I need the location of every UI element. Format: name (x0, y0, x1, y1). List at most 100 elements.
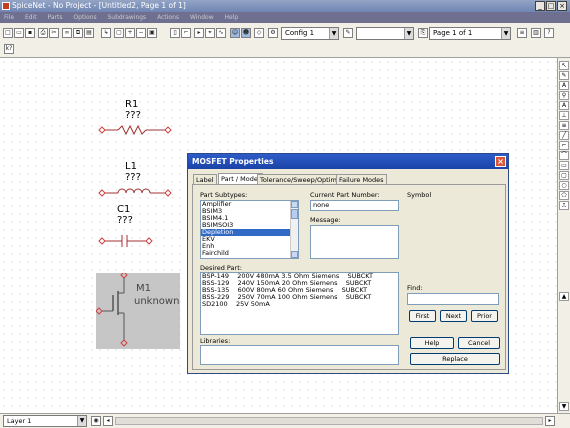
find-input[interactable] (407, 293, 499, 305)
pointer-icon[interactable]: ↖ (559, 61, 569, 70)
table-row[interactable]: SD2100 25V 50mA (201, 301, 398, 308)
replace-button[interactable]: Replace (410, 353, 500, 365)
edit-config-icon[interactable]: ✎ (343, 28, 353, 38)
menu-bar: File Edit Parts Options Subdrawings Acti… (0, 12, 570, 23)
plot-icon[interactable]: ∿ (216, 28, 226, 38)
app-icon (2, 2, 10, 10)
context-help-icon[interactable]: k? (4, 44, 14, 54)
list-item-selected[interactable]: Depletion (201, 229, 298, 236)
blank-select[interactable]: ▼ (356, 27, 414, 40)
libraries-box[interactable] (200, 345, 399, 365)
menu-actions[interactable]: Actions (157, 14, 179, 21)
chevron-down-icon: ▼ (329, 28, 338, 39)
capacitor-c1[interactable] (96, 234, 158, 248)
subtypes-scrollbar[interactable] (290, 201, 298, 258)
label-icon[interactable]: A (559, 101, 569, 110)
zoom-out-icon[interactable]: − (136, 28, 146, 38)
scroll-down-icon[interactable]: ▼ (559, 402, 569, 411)
save-icon[interactable]: ▪ (25, 28, 35, 38)
page-icon[interactable]: ⎘ (418, 28, 428, 38)
bus-icon[interactable]: ≡ (559, 121, 569, 130)
arc-icon[interactable]: ⌒ (559, 151, 569, 160)
pencil-icon[interactable]: ✎ (559, 71, 569, 80)
current-part-field[interactable]: none (310, 200, 399, 211)
tag-icon[interactable]: ◇ (254, 28, 264, 38)
menu-help[interactable]: Help (225, 14, 239, 21)
people-icon[interactable]: ☺ (230, 28, 240, 38)
zoom-box-icon[interactable]: ▢ (114, 28, 124, 38)
cancel-button[interactable]: Cancel (458, 337, 500, 349)
part-subtypes-list[interactable]: Amplifier BSIM3 BSIM4.1 BSIMSOI3 Depleti… (200, 200, 299, 259)
chevron-down-icon: ▼ (77, 416, 86, 426)
menu-file[interactable]: File (4, 14, 14, 21)
prior-button[interactable]: Prior (471, 310, 498, 322)
zoom-fit-icon[interactable]: ▣ (147, 28, 157, 38)
current-part-label: Current Part Number: (310, 191, 380, 199)
libraries-label: Libraries: (200, 337, 231, 345)
rounded-rect-icon[interactable]: ▢ (559, 171, 569, 180)
horizontal-scrollbar[interactable] (115, 417, 543, 425)
parts-icon[interactable]: ⎍ (559, 201, 569, 210)
mosfet-m1-selection[interactable]: M1 unknown (96, 273, 180, 349)
scroll-up-icon[interactable]: ▲ (559, 292, 569, 301)
menu-window[interactable]: Window (190, 14, 214, 21)
cut-icon[interactable]: ✂ (49, 28, 59, 38)
zoom-icon[interactable]: ⚲ (559, 91, 569, 100)
next-button[interactable]: Next (440, 310, 467, 322)
paste-icon[interactable]: ▤ (84, 28, 94, 38)
dialog-close-icon[interactable]: × (495, 156, 506, 167)
snap-icon[interactable]: ↳ (101, 28, 111, 38)
polyline-icon[interactable]: ⌐ (559, 141, 569, 150)
layer-select-value: Layer 1 (7, 417, 32, 425)
group-icon[interactable]: ☻ (241, 28, 251, 38)
scroll-up-icon[interactable] (291, 201, 298, 208)
zoom-in-icon[interactable]: + (125, 28, 135, 38)
menu-edit[interactable]: Edit (25, 14, 37, 21)
m1-value: unknown (134, 296, 180, 307)
copy-icon[interactable]: ⧉ (73, 28, 83, 38)
page-layout-icon[interactable]: ≡ (517, 28, 527, 38)
resistor-r1[interactable] (96, 124, 176, 136)
polygon-icon[interactable]: ⬠ (559, 191, 569, 200)
layer-select[interactable]: Layer 1 ▼ (3, 415, 87, 427)
c1-name: C1 (117, 204, 131, 215)
layer-visible-icon[interactable]: ◉ (91, 416, 101, 426)
first-button[interactable]: First (409, 310, 436, 322)
scroll-left-icon[interactable]: ◂ (103, 416, 113, 426)
close-button[interactable]: × (557, 1, 567, 11)
help-button[interactable]: Help (410, 337, 454, 349)
scroll-thumb[interactable] (291, 209, 298, 219)
status-bar: Layer 1 ▼ ◉ ◂ ▸ (0, 413, 570, 428)
split-icon[interactable]: ▥ (531, 28, 541, 38)
menu-options[interactable]: Options (73, 14, 96, 21)
maximize-button[interactable]: □ (546, 1, 556, 11)
rectangle-icon[interactable]: ▭ (559, 161, 569, 170)
wire-icon[interactable]: ⌐ (181, 28, 191, 38)
text-icon[interactable]: A (559, 81, 569, 90)
minimize-button[interactable]: _ (535, 1, 545, 11)
print-icon[interactable]: ⎙ (38, 28, 48, 38)
list-item[interactable]: EKV (201, 236, 298, 243)
config-select[interactable]: Config 1 ▼ (281, 27, 339, 40)
open-icon[interactable]: ▭ (14, 28, 24, 38)
inductor-l1[interactable] (96, 187, 176, 199)
help-icon[interactable]: ? (544, 28, 554, 38)
menu-parts[interactable]: Parts (48, 14, 63, 21)
probe-icon[interactable]: ⌖ (205, 28, 215, 38)
node-icon[interactable]: ⊥ (559, 111, 569, 120)
scroll-right-icon[interactable]: ▸ (545, 416, 555, 426)
menu-subdrawings[interactable]: Subdrawings (108, 14, 147, 21)
new-icon[interactable]: □ (3, 28, 13, 38)
window-title: SpiceNet - No Project - [Untitled2, Page… (12, 1, 186, 10)
desired-part-list[interactable]: BSP-149 200V 480mA 3.5 Ohm Siemens SUBCK… (200, 272, 399, 335)
circle-icon[interactable]: ○ (559, 181, 569, 190)
line-icon[interactable]: ╱ (559, 131, 569, 140)
binoculars-icon[interactable]: ∞ (62, 28, 72, 38)
page-select[interactable]: Page 1 of 1 ▼ (429, 27, 511, 40)
properties-icon[interactable]: ▯ (170, 28, 180, 38)
run-icon[interactable]: ▸ (194, 28, 204, 38)
scroll-down-icon[interactable] (291, 251, 298, 258)
config-icon[interactable]: ⚙ (268, 28, 278, 38)
find-label: Find: (407, 284, 423, 292)
list-item[interactable]: Fairchild (201, 250, 298, 257)
